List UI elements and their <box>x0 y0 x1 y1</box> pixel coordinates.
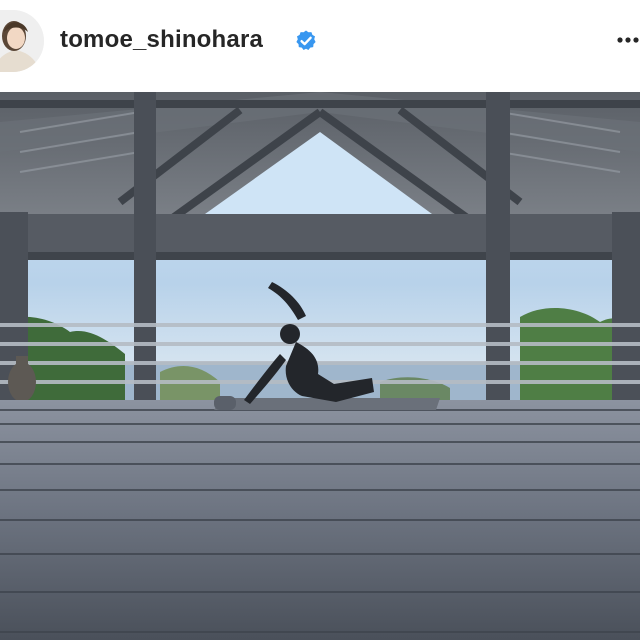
avatar[interactable] <box>0 10 44 72</box>
yoga-pavilion-image <box>0 92 640 640</box>
post-header: tomoe_shinohara <box>0 0 640 88</box>
more-options-icon[interactable] <box>616 31 640 49</box>
post-photo[interactable] <box>0 92 640 640</box>
verified-badge-icon <box>296 30 316 50</box>
post-username[interactable]: tomoe_shinohara <box>60 26 263 54</box>
avatar-image <box>0 10 44 72</box>
